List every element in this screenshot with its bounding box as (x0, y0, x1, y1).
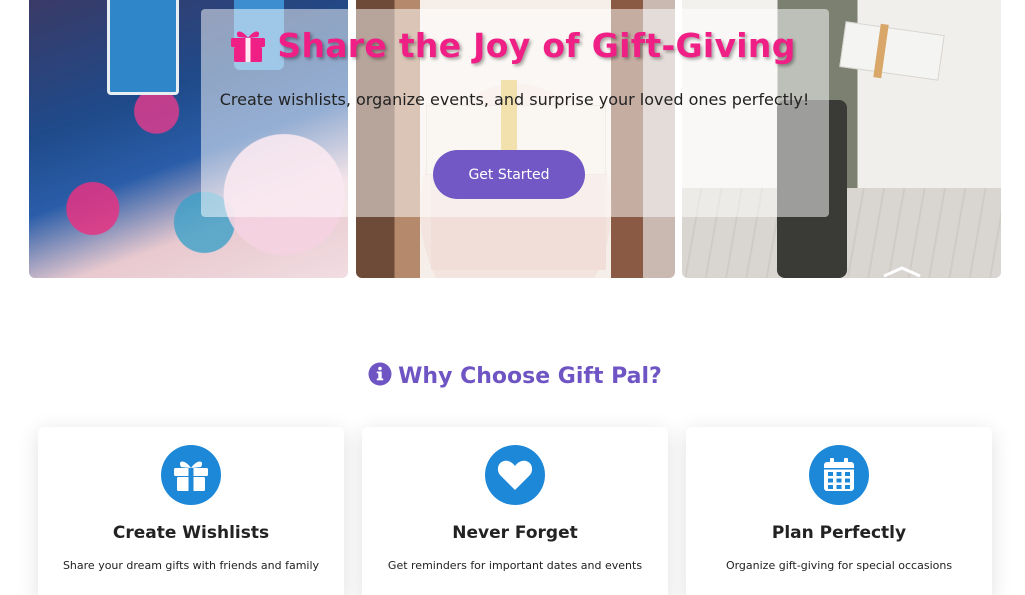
feature-card-reminders: Never Forget Get reminders for important… (362, 427, 668, 595)
feature-icon-badge (809, 445, 869, 505)
feature-icon-badge (161, 445, 221, 505)
features-heading: Why Choose Gift Pal? (0, 362, 1025, 389)
feature-card-wishlists: Create Wishlists Share your dream gifts … (38, 427, 344, 595)
hero-section: Share the Joy of Gift-Giving Create wish… (0, 0, 1025, 280)
feature-title: Create Wishlists (112, 523, 270, 543)
info-icon (368, 362, 392, 386)
heart-icon (497, 460, 533, 490)
carousel-next-icon[interactable] (882, 266, 922, 278)
calendar-icon (824, 458, 854, 491)
hero-title-text: Share the Joy of Gift-Giving (277, 26, 796, 65)
feature-description: Share your dream gifts with friends and … (62, 559, 320, 572)
feature-title: Never Forget (452, 523, 578, 543)
hero-title: Share the Joy of Gift-Giving (0, 26, 1025, 65)
feature-description: Organize gift-giving for special occasio… (725, 559, 953, 572)
feature-title: Plan Perfectly (771, 523, 907, 543)
feature-card-planning: Plan Perfectly Organize gift-giving for … (686, 427, 992, 595)
gift-icon (174, 461, 208, 491)
feature-description: Get reminders for important dates and ev… (387, 559, 643, 572)
features-heading-text: Why Choose Gift Pal? (398, 364, 662, 389)
feature-icon-badge (485, 445, 545, 505)
gift-icon (231, 31, 266, 62)
hero-subtitle: Create wishlists, organize events, and s… (219, 90, 810, 109)
get-started-button[interactable]: Get Started (433, 150, 585, 199)
